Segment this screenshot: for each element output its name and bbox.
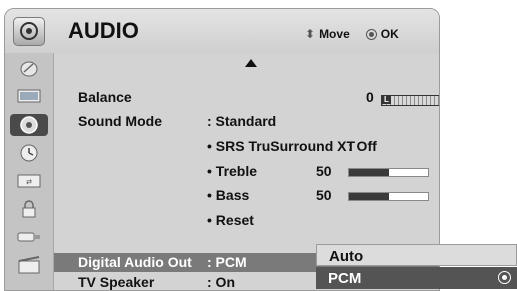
digital-audio-out-label: Digital Audio Out: [78, 254, 192, 270]
input-icon[interactable]: ⇄: [10, 170, 48, 192]
svg-text:⇄: ⇄: [26, 178, 32, 186]
digital-audio-out-value: : PCM: [207, 254, 247, 270]
scroll-up-arrow-icon[interactable]: [245, 59, 257, 67]
option-auto[interactable]: Auto: [316, 244, 517, 266]
sound-mode-label[interactable]: Sound Mode: [78, 113, 162, 129]
clock-icon[interactable]: [10, 142, 48, 164]
usb-icon[interactable]: [10, 226, 48, 248]
balance-slider[interactable]: L R: [381, 95, 439, 106]
reset-label[interactable]: • Reset: [207, 212, 254, 228]
sound-mode-value: : Standard: [207, 113, 277, 129]
selected-radio-icon: [498, 271, 511, 284]
satellite-dish-icon[interactable]: [10, 58, 48, 80]
audio-osd-menu: AUDIO ⬍ Move OK ⇄ Balance 0 L Sound Mode…: [0, 0, 517, 291]
help-ok-label: OK: [380, 27, 399, 41]
option-pcm-label: PCM: [328, 270, 362, 287]
treble-label[interactable]: • Treble: [207, 163, 257, 179]
page-title: AUDIO: [68, 18, 139, 43]
menu-sidebar: ⇄: [5, 53, 54, 290]
option-pcm[interactable]: PCM: [316, 267, 517, 289]
tv-speaker-label[interactable]: TV Speaker: [78, 274, 154, 290]
movie-icon[interactable]: [10, 254, 48, 276]
ok-button-icon: [365, 28, 377, 40]
treble-value: 50: [316, 163, 332, 179]
bass-level-fill: [349, 193, 389, 200]
bass-level-bar[interactable]: [348, 192, 429, 201]
balance-label[interactable]: Balance: [78, 89, 132, 105]
bass-value: 50: [316, 187, 332, 203]
move-arrows-icon: ⬍: [305, 27, 316, 41]
menu-header: AUDIO ⬍ Move OK: [5, 9, 439, 53]
picture-icon[interactable]: [10, 86, 48, 108]
treble-level-fill: [349, 169, 389, 176]
balance-left-label: L: [382, 95, 391, 104]
srs-label[interactable]: • SRS TruSurround XT: [207, 138, 355, 154]
tv-speaker-value: : On: [207, 274, 235, 290]
help-move-label: Move: [319, 27, 350, 41]
bass-label[interactable]: • Bass: [207, 187, 249, 203]
help-bar: ⬍ Move OK: [305, 27, 399, 41]
audio-disc-icon: [13, 17, 45, 46]
srs-value: : Off: [348, 138, 377, 154]
option-auto-label: Auto: [329, 248, 364, 265]
lock-icon[interactable]: [10, 198, 48, 220]
treble-level-bar[interactable]: [348, 168, 429, 177]
balance-value: 0: [366, 89, 374, 105]
audio-speaker-icon[interactable]: [10, 114, 48, 136]
digital-audio-out-popup: Auto PCM: [316, 244, 517, 289]
